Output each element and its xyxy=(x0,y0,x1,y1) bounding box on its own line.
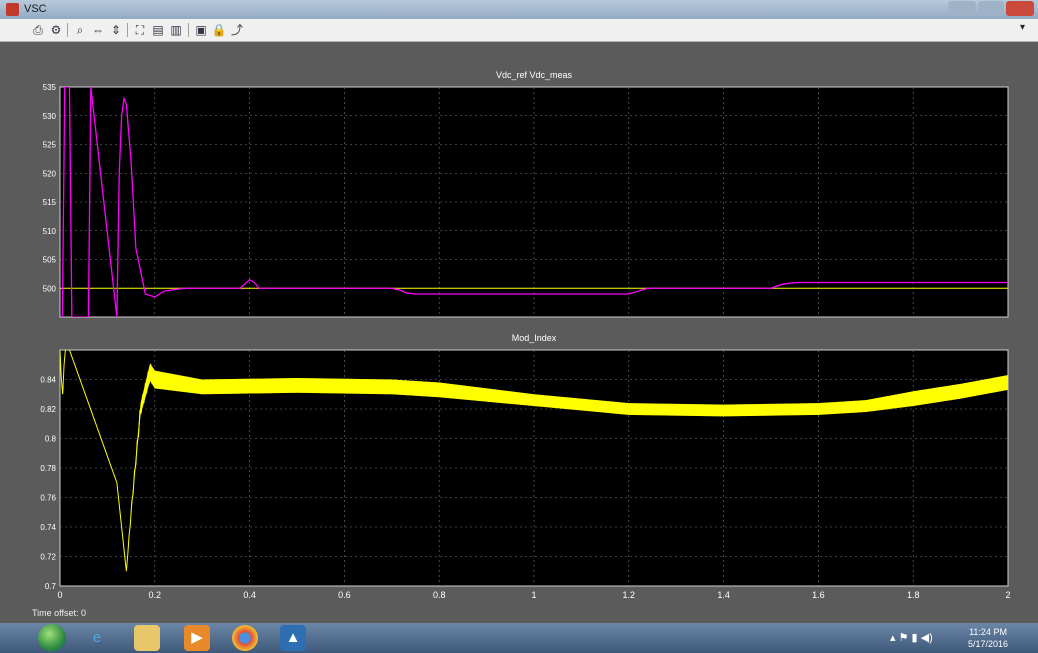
y-tick-label: 0.74 xyxy=(40,523,56,532)
clock[interactable]: 11:24 PM 5/17/2016 xyxy=(968,626,1008,650)
x-tick-label: 0 xyxy=(57,590,62,600)
x-tick-label: 0.8 xyxy=(433,590,446,600)
print-icon[interactable]: ⎙ xyxy=(30,22,46,38)
toolbar-separator xyxy=(127,23,128,37)
close-button[interactable] xyxy=(1006,1,1034,16)
clock-time: 11:24 PM xyxy=(969,627,1007,637)
minimize-button[interactable] xyxy=(948,1,976,16)
x-tick-label: 0.4 xyxy=(243,590,256,600)
scope-plots: Vdc_ref Vdc_meas 535 530 525 520 515 510 505 500… xyxy=(40,70,1010,600)
ie-icon[interactable]: e xyxy=(84,625,110,651)
zoom-x-icon[interactable]: ⇔ xyxy=(90,22,106,38)
y-tick-label: 0.78 xyxy=(40,464,56,473)
time-offset-label: Time offset: 0 xyxy=(32,608,87,618)
restore-axes-icon[interactable]: ▥ xyxy=(168,22,184,38)
taskbar: e ▶ ▲ ▴ ⚑ ▮ ◀) 11:24 PM 5/17/2016 xyxy=(0,623,1038,653)
zoom-icon[interactable]: ⌕ xyxy=(72,22,88,38)
matlab-icon xyxy=(6,3,19,16)
x-tick-label: 1.4 xyxy=(717,590,730,600)
x-tick-label: 1.8 xyxy=(907,590,920,600)
clock-date: 5/17/2016 xyxy=(968,639,1009,649)
signal-selection-icon[interactable]: ⤴ xyxy=(229,22,245,38)
y-tick-label: 0.7 xyxy=(45,582,57,591)
zoom-y-icon[interactable]: ⇕ xyxy=(108,22,124,38)
scope-figure: Vdc_ref Vdc_meas 535 530 525 520 515 510 505 500… xyxy=(0,42,1038,623)
y-tick-label: 510 xyxy=(43,227,57,236)
x-tick-label: 1.6 xyxy=(812,590,825,600)
y-tick-label: 0.82 xyxy=(40,405,56,414)
x-tick-label: 0.2 xyxy=(149,590,162,600)
y-tick-label: 530 xyxy=(43,112,57,121)
window-titlebar: VSC xyxy=(0,0,1038,19)
maximize-button[interactable] xyxy=(978,1,1004,16)
y-tick-label: 520 xyxy=(43,169,57,178)
y-tick-label: 515 xyxy=(43,198,57,207)
y-tick-label: 500 xyxy=(43,284,57,293)
matlab-icon[interactable]: ▲ xyxy=(280,625,306,651)
x-tick-label: 0.6 xyxy=(338,590,351,600)
y-tick-label: 0.72 xyxy=(40,553,56,562)
toolbar-separator xyxy=(188,23,189,37)
plot-title-1: Vdc_ref Vdc_meas xyxy=(496,70,573,80)
floating-scope-icon[interactable]: ▣ xyxy=(193,22,209,38)
window-title: VSC xyxy=(24,3,47,15)
x-tick-label: 1.2 xyxy=(623,590,636,600)
parameters-icon[interactable]: ⚙ xyxy=(48,22,64,38)
toolbar-separator xyxy=(67,23,68,37)
y-tick-label: 535 xyxy=(43,83,57,92)
y-tick-label: 0.84 xyxy=(40,376,56,385)
media-player-icon[interactable]: ▶ xyxy=(184,625,210,651)
explorer-icon[interactable] xyxy=(134,625,160,651)
x-tick-label: 1 xyxy=(531,590,536,600)
chrome-icon[interactable] xyxy=(232,625,258,651)
system-tray[interactable]: ▴ ⚑ ▮ ◀) xyxy=(890,631,933,644)
scope-toolbar: ⎙ ⚙ ⌕ ⇔ ⇕ ⛶ ▤ ▥ ▣ 🔒 ⤴ ▾ xyxy=(0,19,1038,42)
y-tick-label: 505 xyxy=(43,256,57,265)
plot-title-2: Mod_Index xyxy=(512,333,557,343)
y-tick-label: 525 xyxy=(43,141,57,150)
save-axes-icon[interactable]: ▤ xyxy=(150,22,166,38)
autoscale-icon[interactable]: ⛶ xyxy=(132,22,148,38)
start-icon[interactable] xyxy=(38,624,66,652)
y-tick-label: 0.8 xyxy=(45,435,57,444)
toolbar-overflow-icon[interactable]: ▾ xyxy=(1020,22,1025,33)
y-tick-label: 0.76 xyxy=(40,494,56,503)
lock-icon[interactable]: 🔒 xyxy=(211,22,227,38)
x-tick-label: 2 xyxy=(1005,590,1010,600)
